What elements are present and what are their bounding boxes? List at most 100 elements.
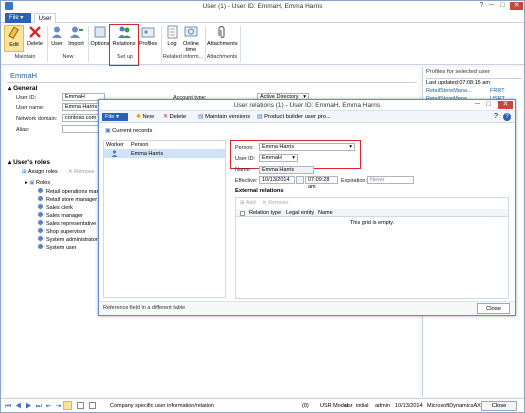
dialog-close-button-bottom[interactable]: Close xyxy=(477,303,510,314)
role-label: Shop supervisor xyxy=(46,229,86,235)
options-label: Options xyxy=(90,41,110,47)
import-button[interactable]: Import xyxy=(66,25,86,47)
product-builder-button[interactable]: ▤ Product builder user pro... xyxy=(257,113,331,121)
role-icon xyxy=(38,236,43,241)
user-id-value: EmmaH xyxy=(262,155,282,161)
general-section-title[interactable]: ▴ General xyxy=(8,84,37,92)
edit-mode-icon[interactable] xyxy=(63,401,72,410)
role-icon xyxy=(38,196,43,201)
user-icon xyxy=(50,25,64,39)
role-item[interactable]: Shop supervisor xyxy=(38,228,86,235)
status-text: Company specific user information/relati… xyxy=(110,403,214,409)
dialog-status-text: Reference field in a different table xyxy=(103,305,186,311)
file-tab[interactable]: File ▾ xyxy=(5,13,31,23)
status-app: MicrosoftDynamicsAX xyxy=(427,403,481,409)
role-icon xyxy=(38,244,43,249)
dialog-minimize-button[interactable]: ─ xyxy=(473,101,482,109)
attachments-button[interactable]: Attachments xyxy=(207,25,238,47)
add-button[interactable]: ⊞ Add xyxy=(240,200,256,206)
dialog-help-icon[interactable]: ? xyxy=(494,113,498,120)
ribbon-tabs xyxy=(1,12,524,23)
status-layer: initial xyxy=(356,403,369,409)
delete-x-icon xyxy=(28,25,42,39)
calendar-icon[interactable] xyxy=(296,176,304,184)
name-field[interactable]: Emma Harris xyxy=(259,166,314,174)
user-name-label: User name: xyxy=(16,105,45,111)
dialog-status-bar: Reference field in a different table Clo… xyxy=(99,301,515,315)
role-item[interactable]: Retail store manager xyxy=(38,196,97,203)
dialog-close-button[interactable]: ✕ xyxy=(498,101,513,109)
online-time-button[interactable]: Online time xyxy=(181,25,201,53)
edit-button[interactable]: Edit xyxy=(4,25,24,52)
role-label: Sales manager xyxy=(46,213,83,219)
delete-button[interactable]: Delete xyxy=(25,25,45,47)
profile-code: FRRT xyxy=(490,88,505,94)
delete-record-label: Delete xyxy=(169,114,187,120)
profile-row[interactable]: RetailStoreMana... FRRT xyxy=(426,88,522,94)
role-item[interactable]: Sales clerk xyxy=(38,204,73,211)
effective-date-field[interactable]: 10/13/2014 xyxy=(259,176,295,184)
options-icon xyxy=(93,25,107,39)
remove-role-button[interactable]: ✕ Remove xyxy=(68,169,95,175)
role-item[interactable]: Sales representative xyxy=(38,220,96,227)
expiration-label: Expiration: xyxy=(341,178,367,184)
close-button[interactable]: ✕ xyxy=(510,2,523,10)
user-id-select[interactable]: EmmaH ▾ xyxy=(259,154,298,162)
role-item[interactable]: System administrator xyxy=(38,236,98,243)
person-select[interactable]: Emma Harris ▾ xyxy=(259,143,355,151)
users-roles-section-title[interactable]: ▴ User's roles xyxy=(8,158,50,166)
ribbon-divider xyxy=(240,26,241,62)
close-main-button[interactable]: Close xyxy=(481,401,517,411)
new-label: New xyxy=(142,114,155,120)
info-icon[interactable]: ? xyxy=(503,113,511,121)
status-count: (0) xyxy=(302,403,309,409)
user-id-label: User ID: xyxy=(16,95,37,101)
file-tab-label: File xyxy=(9,15,19,21)
new-button[interactable]: ✱ New xyxy=(136,113,154,121)
ribbon: Edit Delete Maintain User Import New Opt… xyxy=(1,23,524,65)
dialog-maximize-button[interactable]: □ xyxy=(484,101,493,109)
status-company: usr xyxy=(345,403,353,409)
status-model: USR Model xyxy=(320,403,349,409)
dialog-file-label: File xyxy=(105,114,115,120)
status-bar: ⏮ ◀ ▶ ⏭ ⇤ ⇥ Company specific user inform… xyxy=(1,398,524,412)
add-label: Add xyxy=(245,200,256,206)
network-domain-label: Network domain: xyxy=(16,116,58,122)
minimize-button[interactable]: ─ xyxy=(487,2,496,10)
ribbon-divider xyxy=(88,26,89,62)
role-item[interactable]: System user xyxy=(38,244,77,251)
divider xyxy=(426,78,522,79)
role-icon xyxy=(38,188,43,193)
col-name[interactable]: Name xyxy=(318,209,333,217)
effective-label: Effective: xyxy=(235,178,258,184)
dialog-titlebar: User relations (1) - User ID: EmmaH, Emm… xyxy=(99,100,515,111)
help-icon[interactable]: ? xyxy=(477,2,486,10)
col-legal-entity[interactable]: Legal entity xyxy=(286,209,314,217)
role-item[interactable]: Sales manager xyxy=(38,212,83,219)
chevron-down-icon: ▾ xyxy=(349,144,352,150)
general-title: General xyxy=(13,85,38,92)
maintain-versions-button[interactable]: ▤ Maintain versions xyxy=(198,113,250,121)
profiles-button[interactable]: Profiles xyxy=(138,25,158,47)
assign-roles-button[interactable]: ⊞ Assign roles xyxy=(22,169,58,175)
dialog-file-menu[interactable]: File ▾ xyxy=(102,113,128,121)
delete-record-button[interactable]: ✕ Delete xyxy=(163,113,186,121)
list-item[interactable]: Emma Harris xyxy=(104,149,225,158)
profile-name[interactable]: RetailStoreMana... xyxy=(426,88,472,94)
remove-relation-button[interactable]: ✕ Remove xyxy=(262,200,289,206)
maximize-button[interactable]: □ xyxy=(498,2,507,10)
new-user-button[interactable]: User xyxy=(49,25,65,47)
col-relation-type[interactable]: Relation type xyxy=(249,209,281,217)
record-navigation[interactable]: ⏮ ◀ ▶ ⏭ ⇤ ⇥ xyxy=(5,402,63,411)
group-attachments: Attachments xyxy=(206,54,238,60)
current-records-tab[interactable]: ▣ Current records xyxy=(105,128,152,134)
log-button[interactable]: Log xyxy=(164,25,180,47)
select-all-checkbox[interactable] xyxy=(240,211,245,216)
person-label: Person: xyxy=(235,145,254,151)
effective-time-field[interactable]: 07:09:28 am xyxy=(305,176,338,190)
person-icon xyxy=(111,150,118,157)
expiration-field[interactable]: Never xyxy=(367,176,414,184)
roles-tree-root[interactable]: ▸ ▣ Roles xyxy=(25,180,50,186)
options-button[interactable]: Options xyxy=(90,25,110,47)
divider xyxy=(7,82,417,83)
